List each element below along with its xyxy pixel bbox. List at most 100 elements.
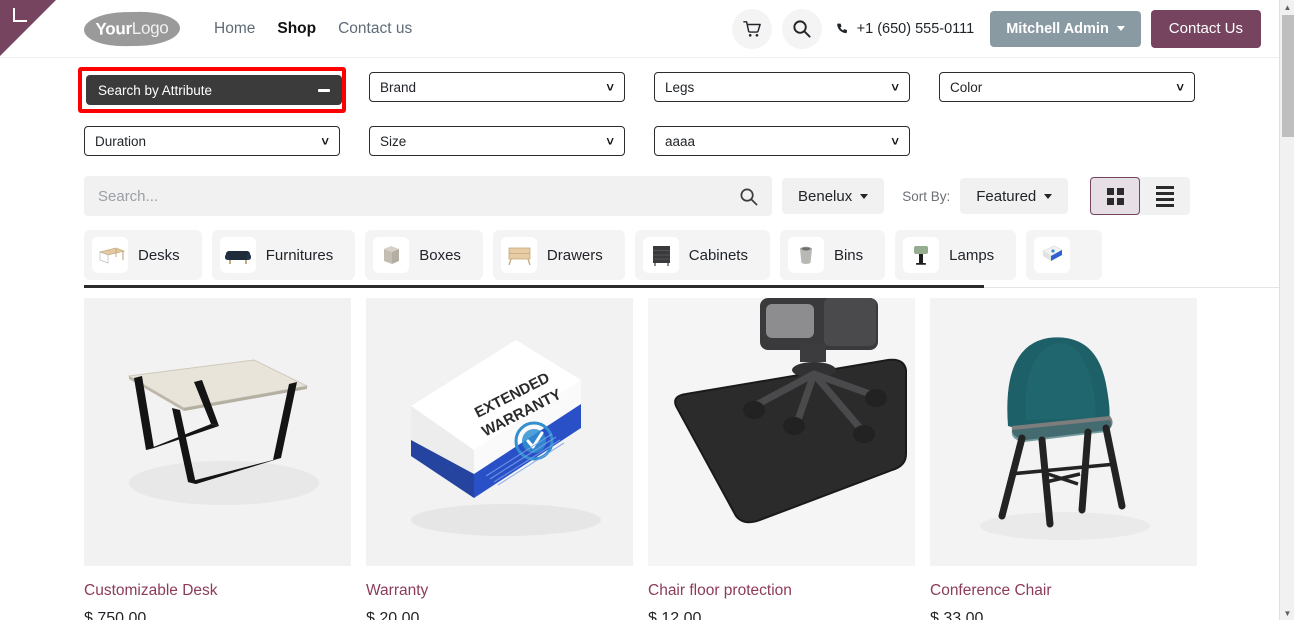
cabinet-thumb-icon bbox=[642, 237, 679, 273]
category-chip-lamps[interactable]: Lamps bbox=[895, 230, 1017, 280]
category-chips: Desks Furnitures Boxes Drawers Cabinets … bbox=[84, 230, 1279, 280]
phone-number: +1 (650) 555-0111 bbox=[836, 20, 975, 37]
main-nav: Home Shop Contact us bbox=[214, 20, 412, 38]
scroll-up-icon[interactable]: ▲ bbox=[1280, 0, 1294, 14]
search-input[interactable] bbox=[98, 187, 739, 205]
warranty-box-image[interactable]: EXTENDED WARRANTY bbox=[366, 298, 633, 566]
desk-thumb-icon bbox=[92, 237, 128, 273]
size-select[interactable]: Size ˅ bbox=[369, 126, 625, 156]
category-chip-label: Furnitures bbox=[265, 246, 334, 264]
chevron-down-icon bbox=[860, 193, 869, 199]
corner-bracket-icon bbox=[13, 8, 27, 22]
sort-by-label: Sort By: bbox=[902, 188, 951, 204]
phone-number-text: +1 (650) 555-0111 bbox=[856, 20, 975, 37]
category-chip-drawers[interactable]: Drawers bbox=[492, 230, 625, 280]
scroll-down-icon[interactable]: ▼ bbox=[1280, 606, 1294, 620]
pricelist-label: Benelux bbox=[798, 187, 853, 205]
product-card[interactable]: EXTENDED WARRANTY Warranty $ 20.00 bbox=[366, 298, 633, 620]
product-card[interactable]: Conference Chair $ 33.00 bbox=[930, 298, 1197, 620]
lamp-thumb-icon bbox=[903, 237, 940, 273]
category-chip-furnitures[interactable]: Furnitures bbox=[211, 230, 356, 280]
attribute-filter-cell-brand: Brand ˅ bbox=[369, 72, 654, 118]
attribute-filter-cell-empty bbox=[939, 126, 1224, 156]
category-chip-desks[interactable]: Desks bbox=[84, 230, 202, 280]
category-chip-label: Lamps bbox=[949, 246, 995, 264]
category-chip-warranty[interactable] bbox=[1026, 230, 1103, 280]
product-price: $ 12.00 bbox=[648, 610, 702, 620]
site-header: Your Logo Home Shop Contact us +1 (650) … bbox=[0, 0, 1279, 58]
product-price: $ 33.00 bbox=[930, 610, 984, 620]
product-name[interactable]: Customizable Desk bbox=[84, 582, 351, 600]
product-price: $ 750.00 bbox=[84, 610, 147, 620]
phone-icon bbox=[836, 22, 850, 36]
corner-ribbon bbox=[0, 0, 56, 56]
product-name[interactable]: Conference Chair bbox=[930, 582, 1197, 600]
category-chip-bins[interactable]: Bins bbox=[779, 230, 886, 280]
category-chip-label: Drawers bbox=[546, 246, 603, 264]
category-underline-rest bbox=[984, 287, 1279, 288]
attribute-filter-cell-size: Size ˅ bbox=[369, 126, 654, 156]
floor-mat-image[interactable] bbox=[648, 298, 915, 566]
chevron-down-icon: ˅ bbox=[606, 133, 614, 149]
legs-select[interactable]: Legs ˅ bbox=[654, 72, 910, 102]
size-select-label: Size bbox=[380, 133, 407, 149]
shop-toolbar: Benelux Sort By: Featured bbox=[0, 170, 1279, 216]
category-chip-cabinets[interactable]: Cabinets bbox=[634, 230, 770, 280]
brand-select[interactable]: Brand ˅ bbox=[369, 72, 625, 102]
product-card[interactable]: Customizable Desk $ 750.00 bbox=[84, 298, 351, 620]
contact-us-button[interactable]: Contact Us bbox=[1150, 9, 1261, 48]
product-name[interactable]: Chair floor protection bbox=[648, 582, 915, 600]
page-scrollbar[interactable]: ▲ ▼ bbox=[1279, 0, 1294, 620]
user-menu-label: Mitchell Admin bbox=[1006, 20, 1109, 37]
list-view-button[interactable] bbox=[1140, 177, 1190, 215]
category-chips-bar: Desks Furnitures Boxes Drawers Cabinets … bbox=[0, 216, 1279, 288]
search-by-attribute-button[interactable]: Search by Attribute bbox=[86, 75, 342, 105]
chevron-down-icon: ˅ bbox=[606, 79, 614, 95]
sort-by-value: Featured bbox=[976, 187, 1037, 205]
category-chip-boxes[interactable]: Boxes bbox=[365, 230, 483, 280]
sort-by-dropdown[interactable]: Featured bbox=[960, 178, 1069, 214]
grid-view-button[interactable] bbox=[1090, 177, 1141, 215]
legs-select-label: Legs bbox=[665, 79, 695, 95]
header-actions: +1 (650) 555-0111 Mitchell Admin Contact… bbox=[731, 8, 1261, 49]
color-select[interactable]: Color ˅ bbox=[939, 72, 1195, 102]
search-icon bbox=[792, 19, 811, 38]
header-search-button[interactable] bbox=[781, 8, 822, 49]
chevron-down-icon: ˅ bbox=[1176, 79, 1184, 95]
shopping-cart-icon bbox=[742, 20, 761, 38]
conference-chair-image[interactable] bbox=[930, 298, 1197, 566]
search-by-attribute-highlight: Search by Attribute bbox=[78, 67, 346, 113]
search-icon[interactable] bbox=[739, 187, 758, 206]
nav-item-contact-us[interactable]: Contact us bbox=[338, 20, 412, 38]
grid-view-icon bbox=[1106, 187, 1124, 205]
attribute-filter-cell-aaaa: aaaa ˅ bbox=[654, 126, 939, 156]
category-chip-label: Cabinets bbox=[688, 246, 748, 264]
product-card[interactable]: Chair floor protection $ 12.00 bbox=[648, 298, 915, 620]
attribute-filters: Search by Attribute Brand ˅ Legs ˅ Color… bbox=[0, 58, 1279, 170]
chevron-down-icon bbox=[1044, 193, 1053, 199]
category-chip-label: Bins bbox=[833, 246, 864, 264]
desk-image[interactable] bbox=[84, 298, 351, 566]
site-logo[interactable]: Your Logo bbox=[83, 10, 181, 47]
product-search-field[interactable] bbox=[84, 176, 772, 216]
product-grid: Customizable Desk $ 750.00 EXTENDED WARR… bbox=[0, 288, 1279, 620]
chevron-down-icon: ˅ bbox=[891, 79, 899, 95]
warranty-thumb-icon bbox=[1034, 237, 1071, 273]
scrollbar-thumb[interactable] bbox=[1282, 15, 1294, 137]
duration-select-label: Duration bbox=[95, 133, 147, 149]
category-chip-label: Desks bbox=[138, 246, 180, 264]
browser-viewport: Your Logo Home Shop Contact us +1 (650) … bbox=[0, 0, 1294, 620]
pricelist-dropdown[interactable]: Benelux bbox=[782, 178, 885, 214]
brand-select-label: Brand bbox=[380, 79, 417, 95]
color-select-label: Color bbox=[950, 79, 983, 95]
nav-item-shop[interactable]: Shop bbox=[277, 20, 316, 38]
nav-item-home[interactable]: Home bbox=[214, 20, 255, 38]
user-menu-button[interactable]: Mitchell Admin bbox=[990, 10, 1141, 47]
duration-select[interactable]: Duration ˅ bbox=[84, 126, 340, 156]
sofa-thumb-icon bbox=[219, 237, 256, 273]
category-active-underline bbox=[84, 285, 984, 288]
aaaa-select[interactable]: aaaa ˅ bbox=[654, 126, 910, 156]
cart-button[interactable] bbox=[731, 8, 772, 49]
product-name[interactable]: Warranty bbox=[366, 582, 633, 600]
attribute-filter-cell-color: Color ˅ bbox=[939, 72, 1224, 118]
